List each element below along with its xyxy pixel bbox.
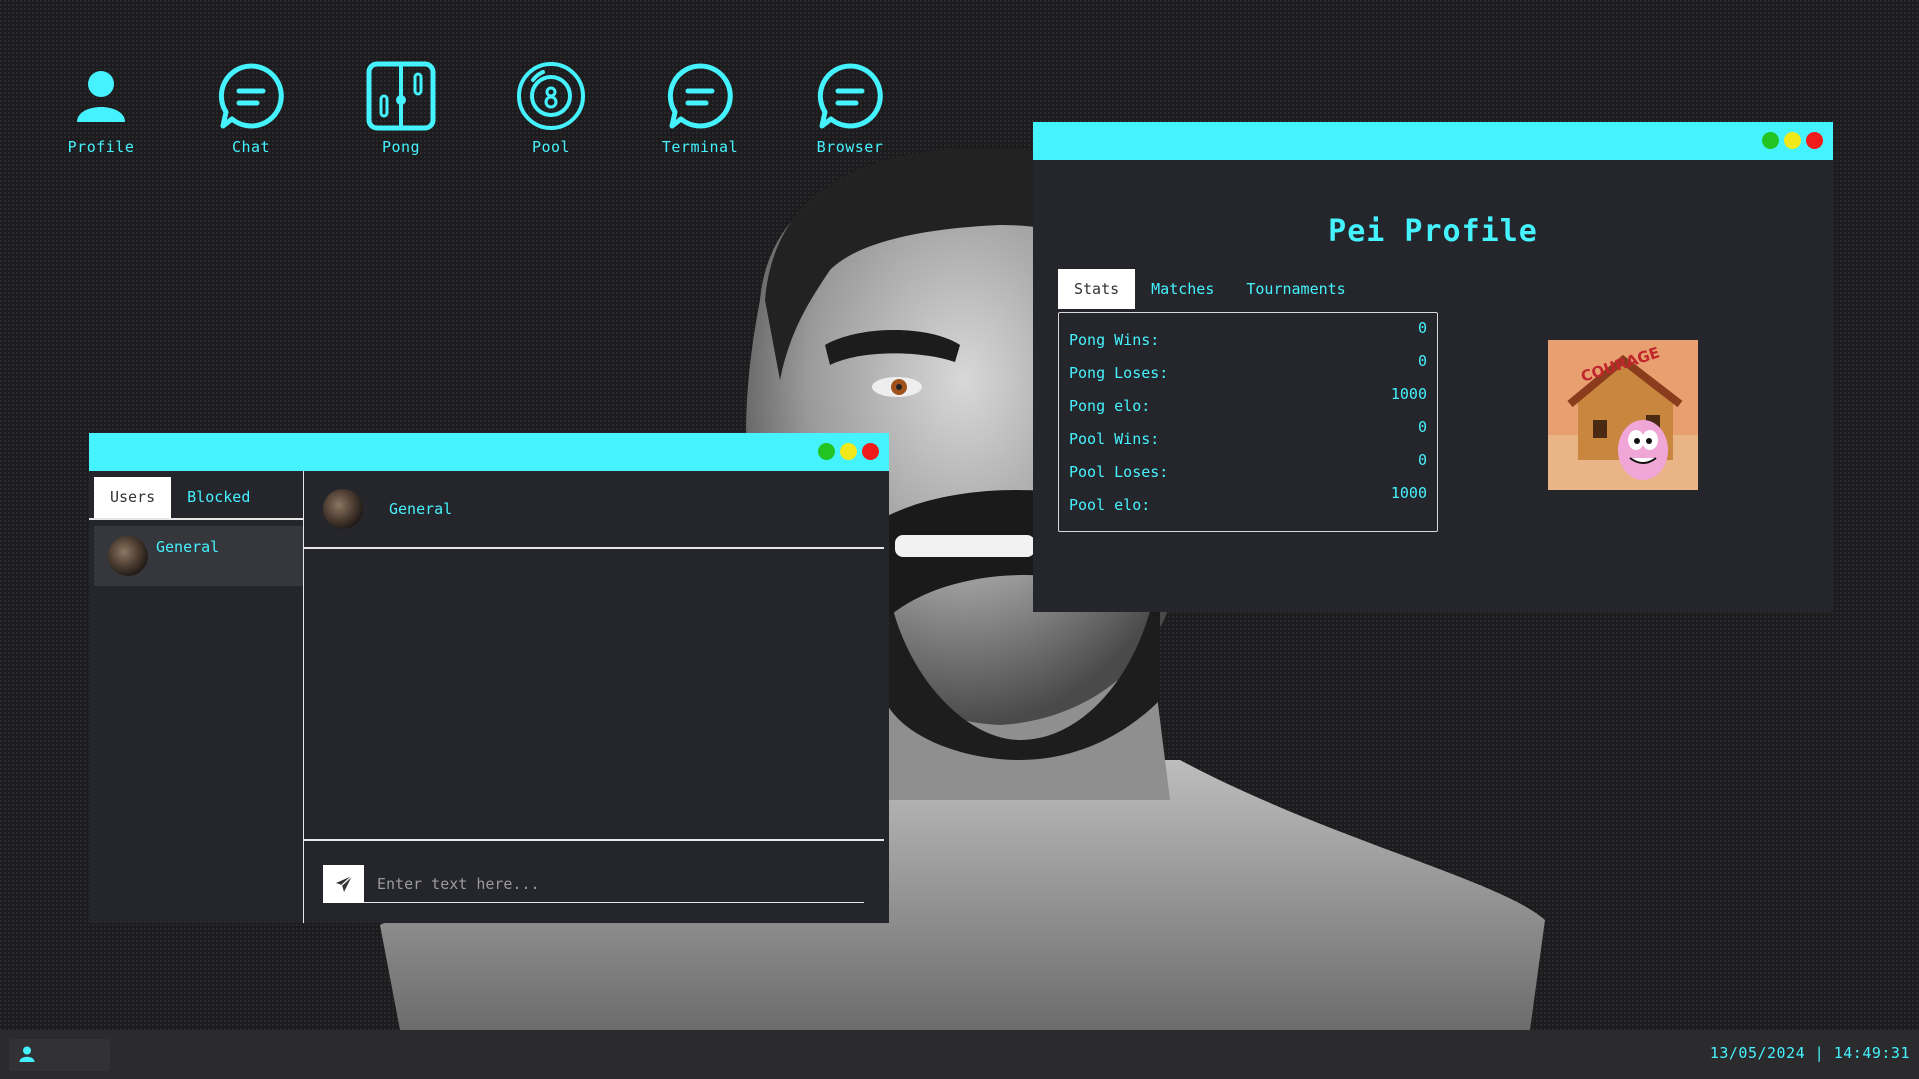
taskbar-user-button[interactable] — [9, 1039, 110, 1071]
desktop-icon-label: Profile — [67, 138, 135, 156]
chat-header: General — [304, 471, 884, 549]
desktop-icon-terminal[interactable]: Terminal — [645, 60, 755, 156]
close-button[interactable] — [1806, 132, 1823, 149]
stat-value: 1000 — [1390, 484, 1427, 502]
minimize-button[interactable] — [840, 443, 857, 460]
stat-row: Pong Wins: 0 — [1069, 317, 1427, 350]
tab-tournaments[interactable]: Tournaments — [1230, 269, 1361, 309]
desktop-icon-label: Pool — [531, 138, 571, 156]
stat-row: Pool Loses: 0 — [1069, 449, 1427, 482]
stat-value: 1000 — [1390, 385, 1427, 403]
minimize-button[interactable] — [1784, 132, 1801, 149]
avatar — [323, 489, 363, 529]
chat-conversation: General — [304, 471, 889, 923]
chat-bubble-icon — [817, 63, 883, 129]
stat-row: Pong Loses: 0 — [1069, 350, 1427, 383]
avatar — [108, 536, 148, 576]
profile-title: Pei Profile — [1328, 214, 1538, 249]
tab-stats[interactable]: Stats — [1058, 269, 1136, 309]
desktop-icon-pool[interactable]: Pool — [496, 60, 606, 156]
chat-title: General — [389, 500, 453, 518]
stat-row: Pool Wins: 0 — [1069, 416, 1427, 449]
profile-picture: COURAGE — [1548, 340, 1698, 490]
stat-value: 0 — [1417, 418, 1427, 436]
stat-row: Pool elo: 1000 — [1069, 482, 1427, 515]
tab-users[interactable]: Users — [94, 477, 172, 518]
send-button[interactable] — [323, 864, 364, 903]
stat-label: Pong Wins: — [1069, 331, 1160, 349]
pong-icon — [366, 61, 436, 131]
stat-label: Pool Wins: — [1069, 430, 1160, 448]
maximize-button[interactable] — [818, 443, 835, 460]
user-icon — [19, 1046, 35, 1062]
profile-window-titlebar[interactable] — [1033, 122, 1833, 160]
desktop-icon-profile[interactable]: Profile — [46, 60, 156, 156]
desktop-icon-label: Pong — [381, 138, 421, 156]
user-name: General — [156, 538, 220, 556]
desktop-icon-chat[interactable]: Chat — [196, 60, 306, 156]
message-area[interactable] — [304, 549, 884, 841]
desktop-icon-label: Chat — [231, 138, 271, 156]
chat-bubble-icon — [667, 63, 733, 129]
stat-label: Pong Loses: — [1069, 364, 1169, 382]
stats-panel: Pong Wins: 0 Pong Loses: 0 Pong elo: 1000 P… — [1058, 312, 1438, 532]
close-button[interactable] — [862, 443, 879, 460]
stat-value: 0 — [1417, 352, 1427, 370]
chat-window: Users Blocked General General — [89, 433, 889, 923]
stat-value: 0 — [1417, 319, 1427, 337]
message-input[interactable] — [364, 864, 864, 903]
stat-value: 0 — [1417, 451, 1427, 469]
message-composer — [323, 864, 864, 903]
clock: 13/05/2024 | 14:49:31 — [1709, 1044, 1910, 1062]
desktop-icon-browser[interactable]: Browser — [795, 60, 905, 156]
eight-ball-icon — [517, 62, 585, 130]
desktop-icon-label: Browser — [816, 138, 884, 156]
user-list-item[interactable]: General — [94, 526, 303, 586]
tab-blocked[interactable]: Blocked — [171, 477, 266, 518]
user-icon — [77, 71, 125, 122]
chat-sidebar: Users Blocked General — [89, 471, 304, 923]
stat-label: Pool Loses: — [1069, 463, 1169, 481]
chat-window-titlebar[interactable] — [89, 433, 889, 471]
paper-plane-icon — [335, 875, 352, 892]
tab-matches[interactable]: Matches — [1135, 269, 1230, 309]
stat-label: Pong elo: — [1069, 397, 1151, 415]
chat-bubble-icon — [218, 63, 284, 129]
stat-row: Pong elo: 1000 — [1069, 383, 1427, 416]
stat-label: Pool elo: — [1069, 496, 1151, 514]
desktop-icon-label: Terminal — [661, 138, 739, 156]
profile-window: Pei Profile Stats Matches Tournaments Po… — [1033, 122, 1833, 612]
maximize-button[interactable] — [1762, 132, 1779, 149]
taskbar: 13/05/2024 | 14:49:31 — [0, 1030, 1919, 1079]
desktop-icon-pong[interactable]: Pong — [346, 60, 456, 156]
profile-tabs: Stats Matches Tournaments — [1058, 269, 1362, 309]
